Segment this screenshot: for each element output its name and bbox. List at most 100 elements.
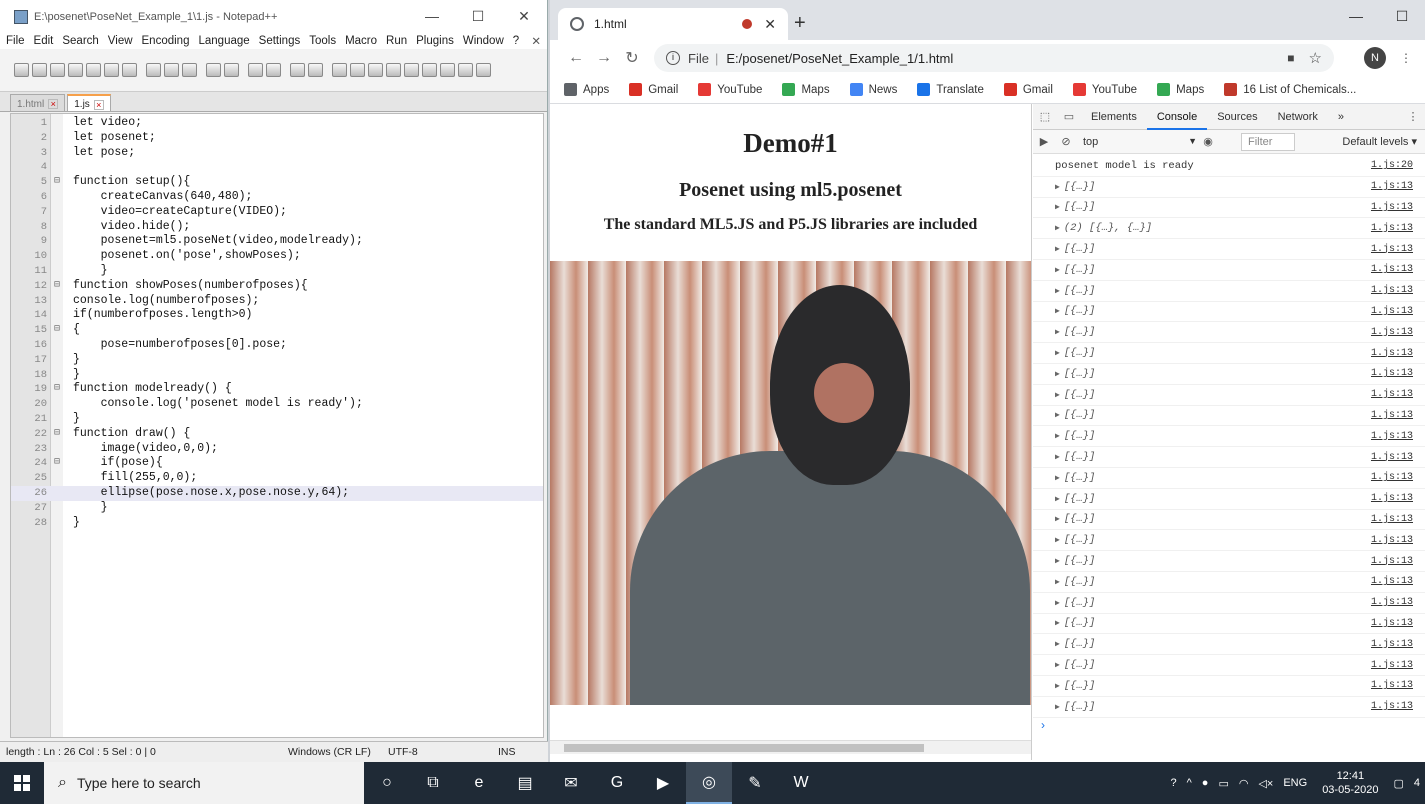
bookmark-item[interactable]: Maps (1157, 83, 1204, 96)
console-source-link[interactable]: 1.js:20 (1371, 160, 1413, 171)
code-line[interactable]: 24 ⊟ if(pose){ (11, 456, 543, 471)
bookmark-item[interactable]: Maps (782, 83, 830, 96)
undo-icon[interactable] (206, 63, 221, 77)
address-bar[interactable]: i File | E:/posenet/PoseNet_Example_1/1.… (654, 44, 1334, 72)
console-row[interactable]: ▶ [{…}] 1.js:13 (1033, 447, 1425, 468)
console-row[interactable]: ▶ [{…}] 1.js:13 (1033, 426, 1425, 448)
expand-arrow-icon[interactable]: ▶ (1055, 535, 1060, 545)
console-source-link[interactable]: 1.js:13 (1371, 452, 1413, 463)
copy-icon[interactable] (164, 63, 179, 77)
bookmark-item[interactable]: 16 List of Chemicals... (1224, 83, 1356, 96)
console-source-link[interactable]: 1.js:13 (1371, 223, 1413, 234)
code-line[interactable]: 7 video=createCapture(VIDEO); (11, 205, 543, 220)
google-icon[interactable]: G (594, 762, 640, 804)
minimize-icon[interactable]: — (1333, 0, 1379, 32)
console-row[interactable]: ▶ [{…}] 1.js:13 (1033, 302, 1425, 323)
more-tabs-icon[interactable]: » (1328, 104, 1354, 130)
code-line[interactable]: 14 if(numberofposes.length>0) (11, 308, 543, 323)
paste-icon[interactable] (182, 63, 197, 77)
cut-icon[interactable] (146, 63, 161, 77)
console-source-link[interactable]: 1.js:13 (1371, 618, 1413, 629)
clock[interactable]: 12:41 03-05-2020 (1322, 769, 1378, 797)
maximize-icon[interactable]: ☐ (1379, 0, 1425, 32)
menu-edit[interactable]: Edit (34, 35, 54, 47)
menu-settings[interactable]: Settings (259, 35, 301, 47)
expand-arrow-icon[interactable]: ▶ (1055, 618, 1060, 628)
expand-arrow-icon[interactable]: ▶ (1055, 348, 1060, 358)
save-icon[interactable] (50, 63, 65, 77)
code-line[interactable]: 23 image(video,0,0); (11, 442, 543, 457)
bookmark-item[interactable]: Translate (917, 83, 984, 96)
notepad-taskbar-icon[interactable]: ✎ (732, 762, 778, 804)
console-row[interactable]: ▶ [{…}] 1.js:13 (1033, 593, 1425, 614)
info-icon[interactable]: i (666, 51, 680, 65)
tab-close-icon[interactable]: × (93, 99, 104, 110)
devtools-menu-icon[interactable]: ⋮ (1401, 110, 1425, 123)
indent-guide-icon[interactable] (404, 63, 419, 77)
expand-arrow-icon[interactable]: ▶ (1055, 244, 1060, 254)
clear-console-icon[interactable]: ⊘ (1055, 135, 1077, 148)
fold-marker-icon[interactable]: ⊟ (52, 279, 62, 294)
expand-arrow-icon[interactable]: ▶ (1055, 514, 1060, 524)
new-tab-button[interactable]: + (794, 12, 806, 35)
notification-icon[interactable]: ▢ (1393, 777, 1403, 790)
code-line[interactable]: 4 (11, 160, 543, 175)
expand-arrow-icon[interactable]: ▶ (1055, 182, 1060, 192)
context-selector[interactable]: top ▼ (1077, 136, 1197, 148)
console-row[interactable]: ▶ [{…}] 1.js:13 (1033, 198, 1425, 219)
code-line[interactable]: 9 posenet=ml5.poseNet(video,modelready); (11, 234, 543, 249)
code-line[interactable]: 12 ⊟ function showPoses(numberofposes){ (11, 279, 543, 294)
expand-arrow-icon[interactable]: ▶ (1055, 556, 1060, 566)
console-row[interactable]: ▶ [{…}] 1.js:13 (1033, 510, 1425, 531)
console-row[interactable]: ▶ [{…}] 1.js:13 (1033, 655, 1425, 676)
app-tray-icon[interactable]: ● (1202, 777, 1209, 789)
start-button[interactable] (0, 775, 44, 791)
doc-map-icon[interactable] (422, 63, 437, 77)
maximize-icon[interactable]: ☐ (455, 8, 501, 25)
expand-arrow-icon[interactable]: ▶ (1055, 286, 1060, 296)
code-line[interactable]: 18} (11, 368, 543, 383)
youtube-app-icon[interactable]: ▶ (640, 762, 686, 804)
console-source-link[interactable]: 1.js:13 (1371, 327, 1413, 338)
taskbar-search[interactable]: ⌕ Type here to search (44, 762, 364, 804)
fold-marker-icon[interactable]: ⊟ (52, 382, 62, 397)
menu-plugins[interactable]: Plugins (416, 35, 454, 47)
expand-arrow-icon[interactable]: ▶ (1055, 410, 1060, 420)
devtools-tab-console[interactable]: Console (1146, 104, 1208, 130)
minimize-icon[interactable]: — (409, 8, 455, 25)
console-row[interactable]: ▶ [{…}] 1.js:13 (1033, 343, 1425, 364)
console-source-link[interactable]: 1.js:13 (1371, 535, 1413, 546)
expand-arrow-icon[interactable]: ▶ (1055, 431, 1060, 441)
word-icon[interactable]: W (778, 762, 824, 804)
menu-tools[interactable]: Tools (309, 35, 336, 47)
console-source-link[interactable]: 1.js:13 (1371, 701, 1413, 712)
console-source-link[interactable]: 1.js:13 (1371, 389, 1413, 400)
console-source-link[interactable]: 1.js:13 (1371, 556, 1413, 567)
bookmark-item[interactable]: Apps (564, 83, 609, 96)
language-indicator[interactable]: ENG (1283, 777, 1307, 789)
fold-marker-icon[interactable]: ⊟ (52, 427, 62, 442)
close-all-icon[interactable] (104, 63, 119, 77)
console-source-link[interactable]: 1.js:13 (1371, 306, 1413, 317)
device-toolbar-icon[interactable]: ▭ (1057, 110, 1081, 123)
expand-arrow-icon[interactable]: ▶ (1055, 660, 1060, 670)
horizontal-scrollbar[interactable] (550, 740, 1031, 754)
wifi-icon[interactable]: ◠ (1239, 777, 1249, 790)
fold-marker-icon[interactable]: ⊟ (52, 456, 62, 471)
eye-icon[interactable]: ◉ (1197, 135, 1219, 148)
console-source-link[interactable]: 1.js:13 (1371, 181, 1413, 192)
tab-1-js[interactable]: 1.js × (67, 94, 111, 111)
code-line[interactable]: 28} (11, 516, 543, 531)
console-source-link[interactable]: 1.js:13 (1371, 514, 1413, 525)
console-row[interactable]: ▶ [{…}] 1.js:13 (1033, 676, 1425, 697)
bookmark-item[interactable]: YouTube (1072, 83, 1137, 96)
expand-arrow-icon[interactable]: ▶ (1055, 639, 1060, 649)
expand-arrow-icon[interactable]: ▶ (1055, 202, 1060, 212)
code-line[interactable]: 8 video.hide(); (11, 220, 543, 235)
close-icon[interactable]: ✕ (501, 8, 547, 25)
expand-arrow-icon[interactable]: ▶ (1055, 223, 1060, 233)
menu-language[interactable]: Language (198, 35, 249, 47)
fold-marker-icon[interactable]: ⊟ (52, 175, 62, 190)
console-row[interactable]: ▶ [{…}] 1.js:13 (1033, 634, 1425, 656)
replace-icon[interactable] (266, 63, 281, 77)
